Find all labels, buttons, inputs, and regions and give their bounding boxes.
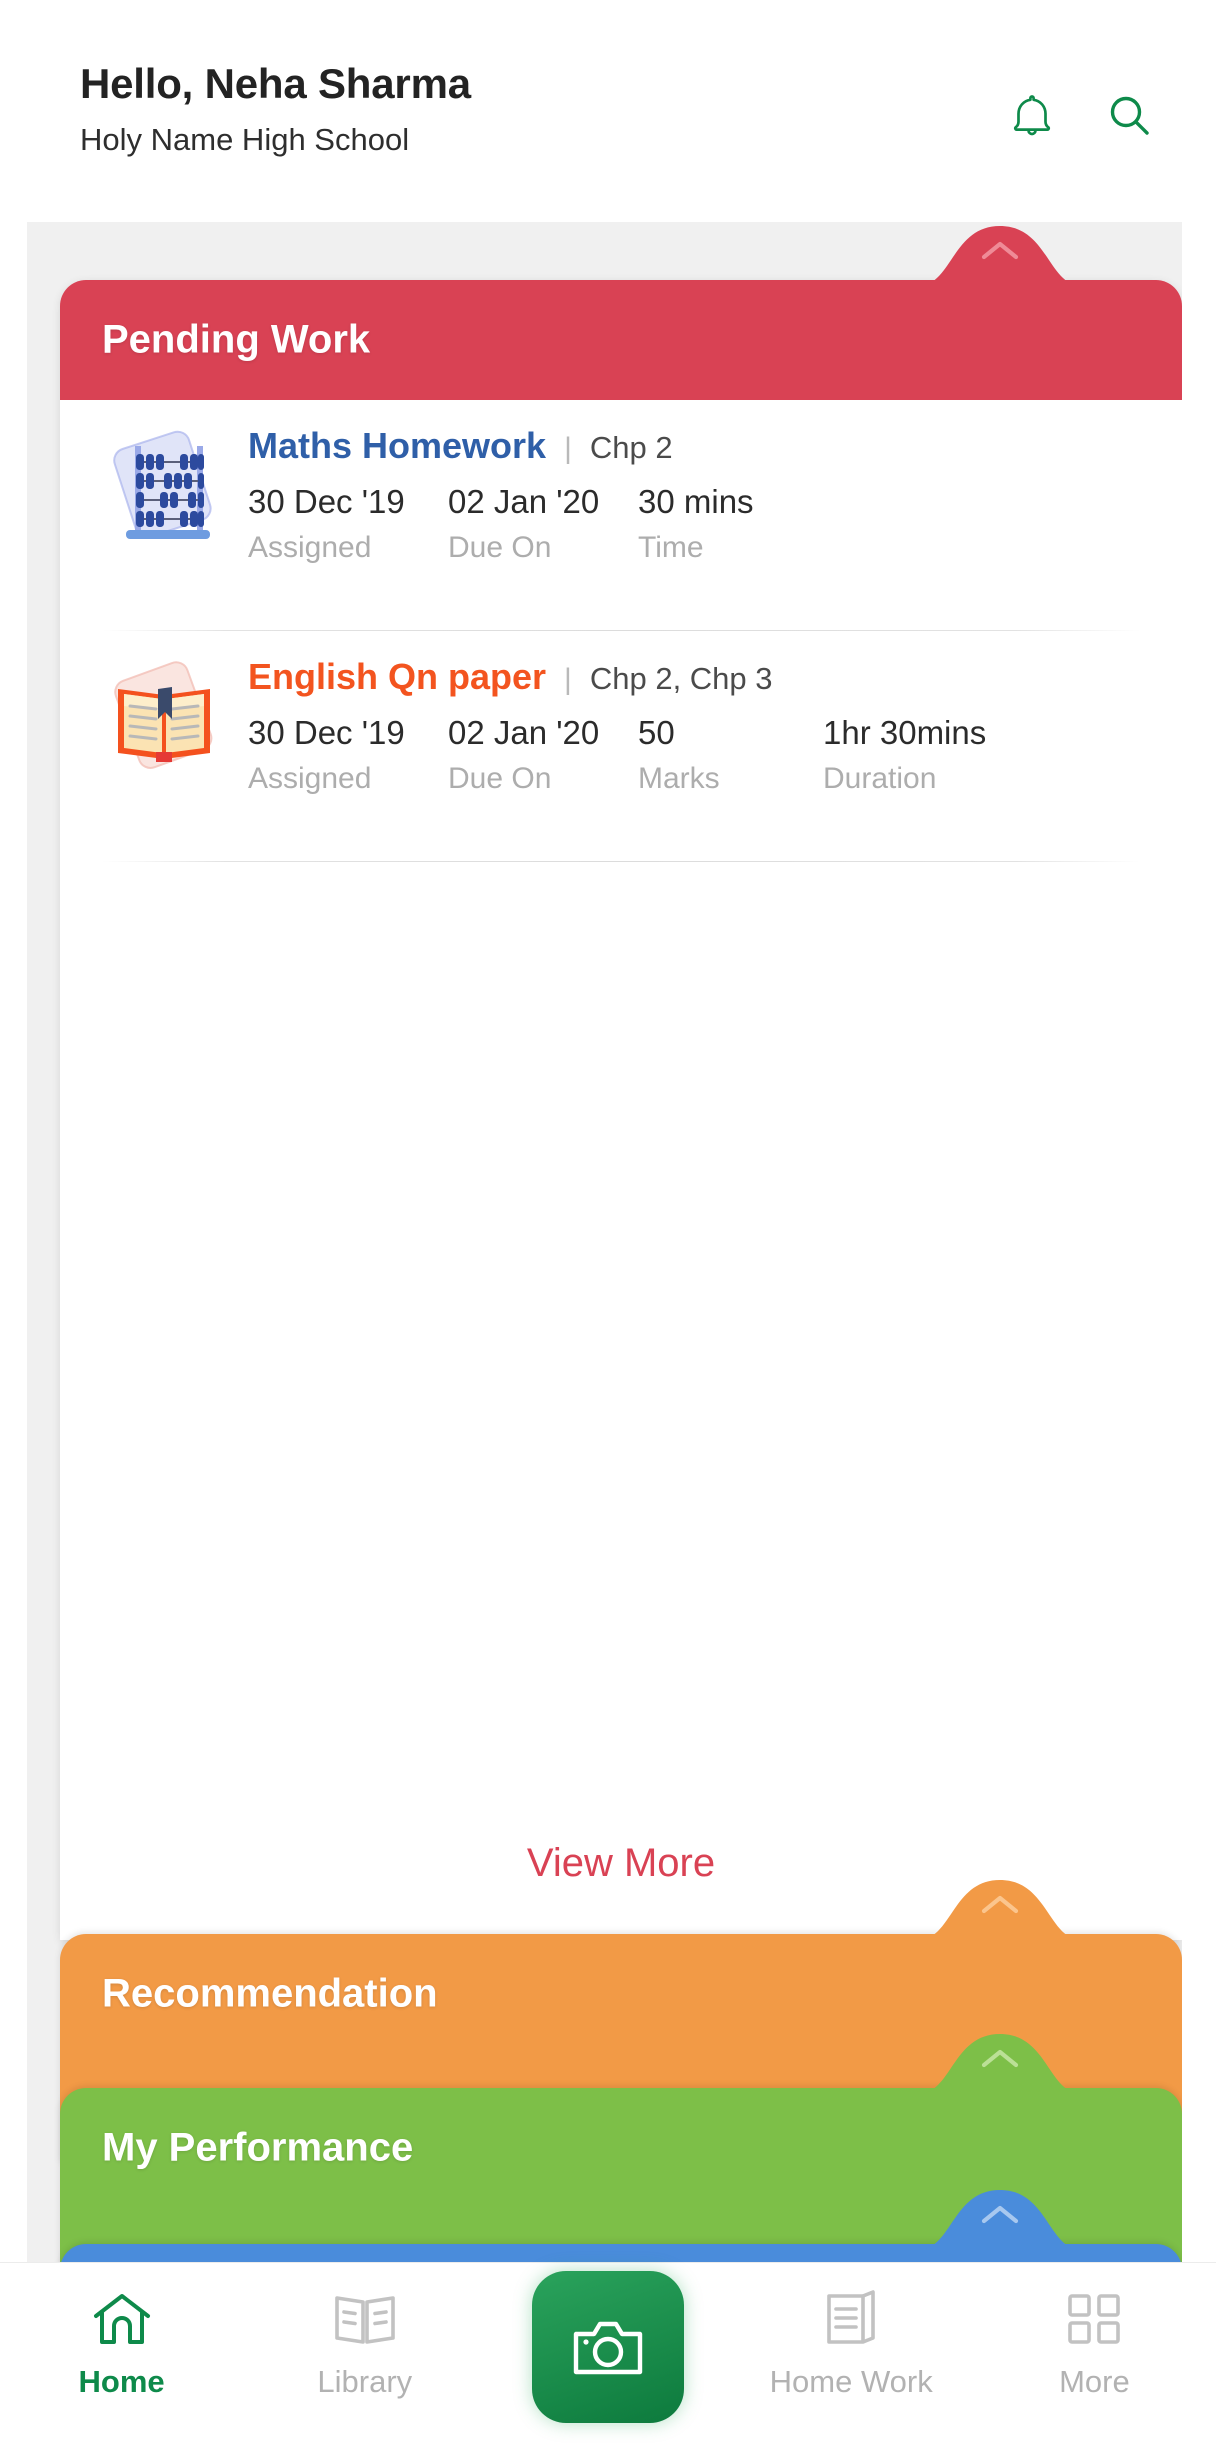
row-divider <box>102 861 1140 862</box>
camera-icon <box>570 2315 646 2379</box>
recommendation-header[interactable]: Recommendation <box>60 1934 1182 2054</box>
pending-work-title: Pending Work <box>102 318 370 363</box>
header-actions <box>1006 90 1156 142</box>
view-more-link[interactable]: View More <box>60 1841 1182 1886</box>
nav-item-more[interactable]: More <box>973 2263 1216 2458</box>
greeting-block: Hello, Neha Sharma Holy Name High School <box>80 60 471 158</box>
meta-label: Assigned <box>248 761 448 797</box>
work-info: Maths Homework | Chp 2 30 Dec '19 Assign… <box>248 422 1140 566</box>
performance-header[interactable]: My Performance <box>60 2088 1182 2208</box>
nav-item-library[interactable]: Library <box>243 2263 486 2458</box>
list-item[interactable]: Maths Homework | Chp 2 30 Dec '19 Assign… <box>102 400 1140 630</box>
open-book-icon <box>102 653 226 781</box>
work-title-line: English Qn paper | Chp 2, Chp 3 <box>248 657 1140 697</box>
meta-assigned: 30 Dec '19 Assigned <box>248 713 448 797</box>
app-root: Hello, Neha Sharma Holy Name High School <box>0 0 1216 2458</box>
meta-duration: 1hr 30mins Duration <box>823 713 986 797</box>
meta-assigned: 30 Dec '19 Assigned <box>248 482 448 566</box>
abacus-icon <box>102 422 226 550</box>
work-meta: 30 Dec '19 Assigned 02 Jan '20 Due On 30… <box>248 482 1140 566</box>
meta-label: Time <box>638 530 828 566</box>
work-chapters: Chp 2, Chp 3 <box>590 661 773 697</box>
nav-label-more: More <box>1059 2365 1130 2399</box>
meta-value: 30 Dec '19 <box>248 713 448 753</box>
meta-label: Due On <box>448 530 638 566</box>
open-book-nav-icon <box>333 2287 397 2351</box>
title-separator: | <box>564 432 572 466</box>
school-name: Holy Name High School <box>80 122 471 158</box>
meta-label: Marks <box>638 761 823 797</box>
pending-work-body: Maths Homework | Chp 2 30 Dec '19 Assign… <box>60 400 1182 1940</box>
meta-value: 1hr 30mins <box>823 713 986 753</box>
pending-work-card: Pending Work <box>60 280 1182 1940</box>
bell-icon[interactable] <box>1006 90 1058 142</box>
meta-value: 30 Dec '19 <box>248 482 448 522</box>
work-meta: 30 Dec '19 Assigned 02 Jan '20 Due On 50… <box>248 713 1140 797</box>
meta-due-on: 02 Jan '20 Due On <box>448 713 638 797</box>
nav-label-home: Home <box>79 2365 165 2399</box>
card-stack-panel: Pending Work <box>27 222 1182 2262</box>
bottom-navigation: Home Library <box>0 2262 1216 2458</box>
meta-label: Assigned <box>248 530 448 566</box>
page-title: Hello, Neha Sharma <box>80 60 471 108</box>
mhtcet-header[interactable]: MHT-CET <box>60 2244 1182 2262</box>
nav-item-camera[interactable] <box>486 2263 729 2458</box>
home-icon <box>90 2287 154 2351</box>
work-title-line: Maths Homework | Chp 2 <box>248 426 1140 466</box>
title-separator: | <box>564 663 572 697</box>
app-header: Hello, Neha Sharma Holy Name High School <box>0 0 1216 220</box>
pending-collapse-notch[interactable] <box>918 224 1082 286</box>
meta-marks: 50 Marks <box>638 713 823 797</box>
nav-item-home-work[interactable]: Home Work <box>730 2263 973 2458</box>
meta-value: 50 <box>638 713 823 753</box>
chevron-up-icon <box>918 238 1082 264</box>
work-chapters: Chp 2 <box>590 430 673 466</box>
recommendation-title: Recommendation <box>102 1972 438 2017</box>
my-performance-card[interactable]: My Performance <box>60 2088 1182 2262</box>
search-icon[interactable] <box>1104 90 1156 142</box>
meta-due-on: 02 Jan '20 Due On <box>448 482 638 566</box>
meta-value: 02 Jan '20 <box>448 713 638 753</box>
meta-time: 30 mins Time <box>638 482 828 566</box>
meta-value: 02 Jan '20 <box>448 482 638 522</box>
meta-label: Due On <box>448 761 638 797</box>
work-title[interactable]: English Qn paper <box>248 657 546 697</box>
work-title[interactable]: Maths Homework <box>248 426 546 466</box>
nav-label-home-work: Home Work <box>770 2365 933 2399</box>
list-item[interactable]: English Qn paper | Chp 2, Chp 3 30 Dec '… <box>102 631 1140 861</box>
nav-item-home[interactable]: Home <box>0 2263 243 2458</box>
document-icon <box>821 2287 881 2351</box>
camera-button[interactable] <box>532 2271 684 2423</box>
pending-work-header[interactable]: Pending Work <box>60 280 1182 400</box>
work-info: English Qn paper | Chp 2, Chp 3 30 Dec '… <box>248 653 1140 797</box>
nav-label-library: Library <box>317 2365 412 2399</box>
performance-title: My Performance <box>102 2126 413 2171</box>
meta-label: Duration <box>823 761 986 797</box>
mht-cet-card[interactable]: MHT-CET <box>60 2244 1182 2262</box>
grid-icon <box>1064 2287 1124 2351</box>
meta-value: 30 mins <box>638 482 828 522</box>
